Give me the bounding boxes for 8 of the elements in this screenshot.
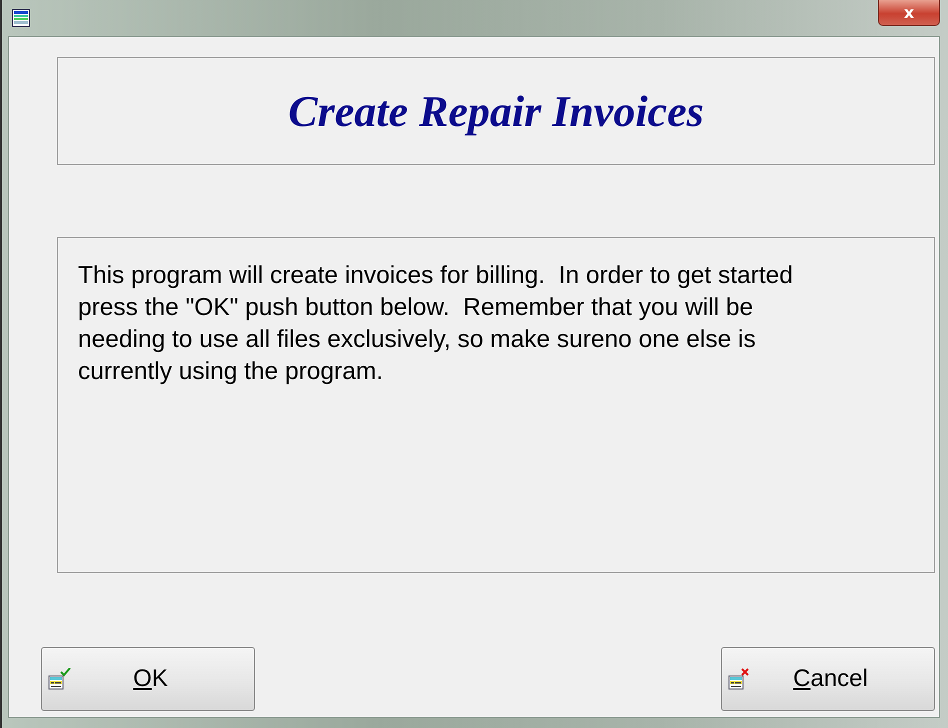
close-button[interactable]: x — [878, 0, 940, 26]
ok-button[interactable]: OK — [41, 647, 255, 711]
dialog-title: Create Repair Invoices — [288, 86, 704, 136]
table-cross-icon — [728, 668, 751, 690]
app-icon — [12, 9, 30, 27]
message-text: This program will create invoices for billing. In order to get started press the "OK" push button below. Remember that you will be needing to use all files exclusively, so make sureno one else is currently using the program. — [78, 261, 794, 387]
table-check-icon — [48, 668, 71, 690]
cancel-button[interactable]: Cancel — [721, 647, 935, 711]
